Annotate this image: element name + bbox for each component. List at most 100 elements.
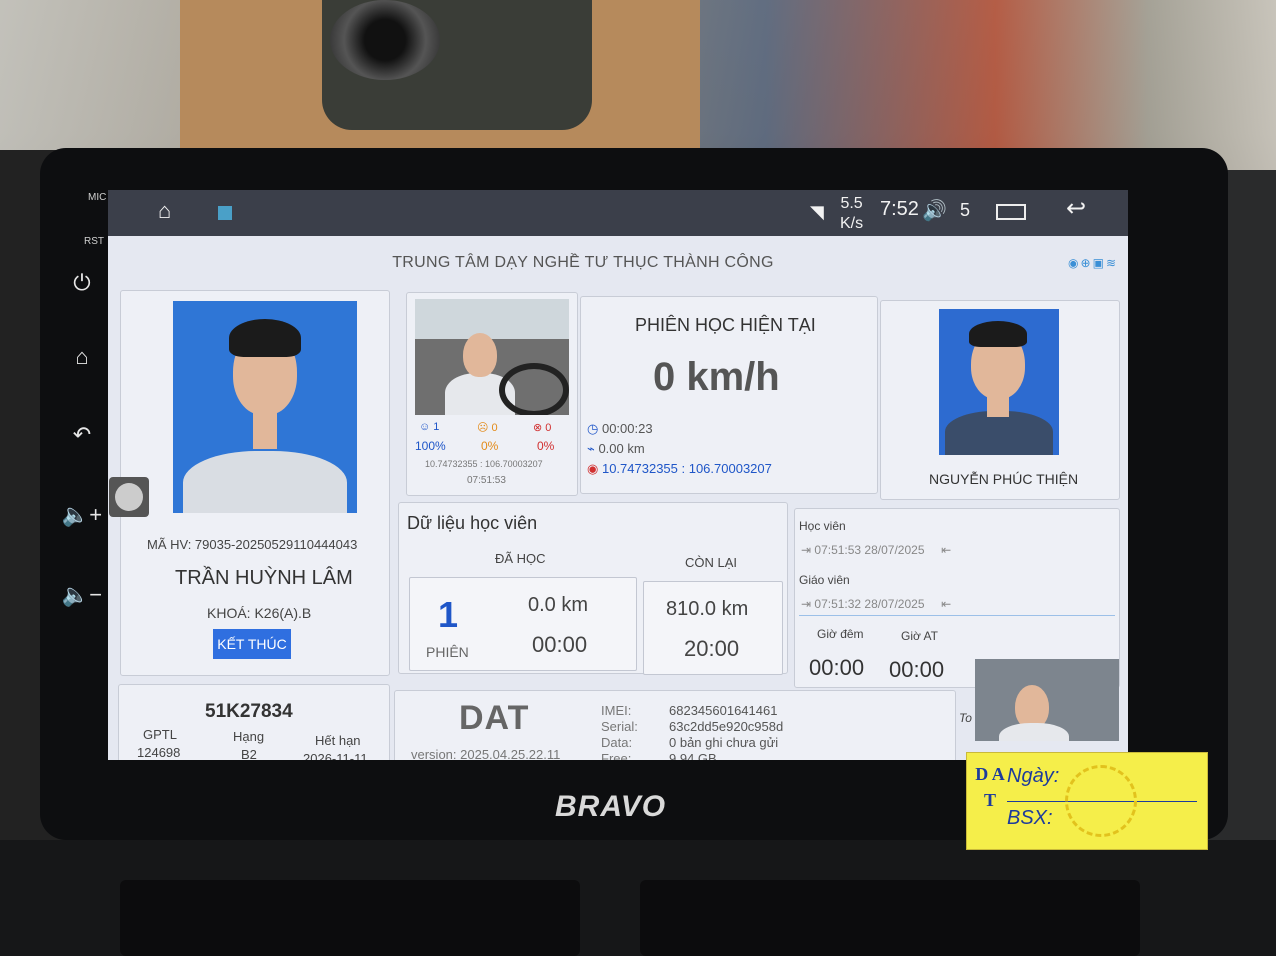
data-label: Data:	[601, 735, 633, 750]
pending-records: 0 bản ghi chưa gửi	[669, 735, 779, 750]
hologram-seal	[1065, 765, 1137, 837]
sessions-count: 1	[438, 594, 459, 635]
remaining-header: CÒN LẠI	[685, 555, 738, 570]
status-icons: ◉⊕▣≋	[1068, 256, 1118, 270]
app-notification-icon	[218, 206, 232, 220]
face-ok-count: ☺ 1	[419, 421, 440, 433]
device-brand-logo: BRAVO	[555, 790, 667, 823]
app-version: version: 2025.04.25.22.11	[411, 747, 561, 760]
imei-value: 682345601641461	[669, 703, 778, 718]
session-title: PHIÊN HỌC HIỆN TẠI	[635, 315, 816, 335]
end-session-button[interactable]: KẾT THÚC	[213, 629, 291, 659]
camera-timestamp: 07:51:53	[467, 475, 506, 486]
student-id: MÃ HV: 79035-20250529110444043	[147, 537, 358, 552]
student-course: KHOÁ: K26(A).B	[207, 605, 312, 621]
face-neutral-count-value: 0	[491, 422, 498, 434]
sticker-plate-label: BSX:	[1007, 807, 1053, 829]
face-fail-count: ⊗ 0	[533, 422, 552, 434]
dat-inspection-sticker: D A T Ngày: BSX:	[966, 752, 1208, 850]
student-login-time-value: 07:51:53 28/07/2025	[814, 543, 925, 557]
login-card: Học viên ⇥ 07:51:53 28/07/2025 ⇤ Giáo vi…	[794, 508, 1120, 741]
gptl-value: 124698	[137, 745, 181, 760]
sessions-label: PHIÊN	[426, 644, 469, 660]
divider	[799, 615, 1115, 616]
license-plate: 51K27834	[205, 701, 293, 722]
serial-label: Serial:	[601, 719, 638, 734]
home-button[interactable]: ⌂	[60, 340, 104, 374]
air-vent-left	[120, 880, 580, 956]
session-distance-value: 0.00 km	[598, 441, 645, 456]
free-label: Free:	[601, 751, 632, 760]
face-fail-count-value: 0	[545, 422, 552, 434]
class-label: Hạng	[233, 729, 265, 744]
learned-distance: 0.0 km	[528, 594, 589, 616]
volume-level: 5	[960, 200, 971, 220]
student-name: TRẦN HUỲNH LÂM	[175, 567, 353, 589]
sticker-dat-letters: D A T	[975, 764, 1005, 810]
expiry-value: 2026-11-11	[303, 751, 368, 760]
remaining-distance: 810.0 km	[666, 598, 749, 620]
nav-back-icon[interactable]: ↩	[1066, 194, 1086, 223]
student-photo	[173, 301, 357, 513]
center-title: TRUNG TÂM DẠY NGHỀ TƯ THỤC THÀNH CÔNG	[392, 254, 774, 271]
instructor-card: NGUYỄN PHÚC THIỆN	[880, 300, 1120, 500]
back-button[interactable]: ↶	[60, 418, 104, 452]
sticker-date-label: Ngày:	[1007, 765, 1060, 787]
dat-app: TRUNG TÂM DẠY NGHỀ TƯ THỤC THÀNH CÔNG ◉⊕…	[108, 236, 1128, 760]
serial-value: 63c2dd5e920c958d	[669, 719, 784, 734]
instructor-photo	[939, 309, 1059, 455]
cabin-camera-feed	[415, 299, 569, 415]
session-location-value: 10.74732355 : 106.70003207	[601, 461, 772, 476]
night-hours-label: Giờ đêm	[817, 627, 864, 641]
class-value: B2	[241, 747, 257, 760]
instructor-name: NGUYỄN PHÚC THIỆN	[929, 471, 1079, 487]
teacher-login-time: ⇥ 07:51:32 28/07/2025 ⇤	[801, 597, 952, 611]
device-card: DAT version: 2025.04.25.22.11 IMEI: Seri…	[394, 690, 956, 760]
face-ok-percent: 100%	[415, 439, 446, 453]
expiry-label: Hết hạn	[315, 733, 361, 748]
night-hours-value: 00:00	[809, 655, 865, 680]
network-speed: 5.5 K/s	[840, 194, 863, 234]
learned-box: 1 PHIÊN 0.0 km 00:00	[409, 577, 637, 671]
face-neutral-count: ☹ 0	[477, 422, 498, 434]
current-session-card: PHIÊN HỌC HIỆN TẠI 0 km/h ◷ 00:00:23 ⌁ 0…	[580, 296, 878, 494]
clock-icon: ◷	[587, 421, 599, 436]
dash-camera-lens	[330, 0, 440, 80]
student-card: MÃ HV: 79035-20250529110444043 TRẦN HUỲN…	[109, 290, 390, 676]
clock: 7:52	[880, 198, 919, 220]
face-neutral-percent: 0%	[481, 439, 499, 453]
volume-up-button[interactable]: 🔈+	[60, 498, 104, 532]
volume-icon[interactable]: 🔊	[922, 198, 947, 223]
recent-apps-icon[interactable]	[996, 204, 1026, 220]
teacher-login-label: Giáo viên	[799, 573, 850, 587]
floating-assist-button[interactable]	[109, 477, 149, 517]
database-icon: ≋	[1105, 256, 1118, 270]
gptl-label: GPTL	[143, 727, 177, 742]
student-data-card: Dữ liệu học viên ĐÃ HỌC CÒN LẠI 1 PHIÊN …	[398, 502, 788, 675]
location-pin-icon: ◉	[587, 461, 599, 476]
air-vent-right	[640, 880, 1140, 956]
student-login-label: Học viên	[799, 519, 846, 533]
globe-icon: ⊕	[1080, 256, 1093, 270]
android-status-bar: ⌂ ◥ 5.5 K/s 7:52 🔊 5 ↩	[108, 190, 1128, 236]
camera-icon: ▣	[1092, 256, 1106, 270]
camera-thumbnail[interactable]	[975, 659, 1119, 741]
student-data-title: Dữ liệu học viên	[407, 513, 538, 533]
learned-time: 00:00	[532, 632, 588, 657]
thumbnail-caption: To	[959, 711, 972, 725]
nav-home-icon[interactable]: ⌂	[158, 198, 171, 224]
face-fail-percent: 0%	[537, 439, 555, 453]
power-button[interactable]: ⏻	[60, 266, 104, 300]
wifi-icon: ◥	[810, 202, 824, 222]
session-duration-value: 00:00:23	[601, 421, 653, 436]
camera-card: ☺ 1 ☹ 0 ⊗ 0 100% 0% 0% 10.74732355 : 106…	[406, 292, 578, 496]
safety-hours-value: 00:00	[889, 657, 945, 682]
safety-hours-label: Giờ AT	[901, 629, 938, 643]
network-speed-value: 5.5	[840, 195, 863, 212]
session-location: ◉ 10.74732355 : 106.70003207	[587, 461, 772, 477]
learned-header: ĐÃ HỌC	[495, 551, 546, 566]
rst-label: RST	[84, 236, 104, 247]
session-distance: ⌁ 0.00 km	[587, 441, 645, 457]
free-storage: 9.94 GB	[669, 751, 717, 760]
volume-down-button[interactable]: 🔈−	[60, 578, 104, 612]
